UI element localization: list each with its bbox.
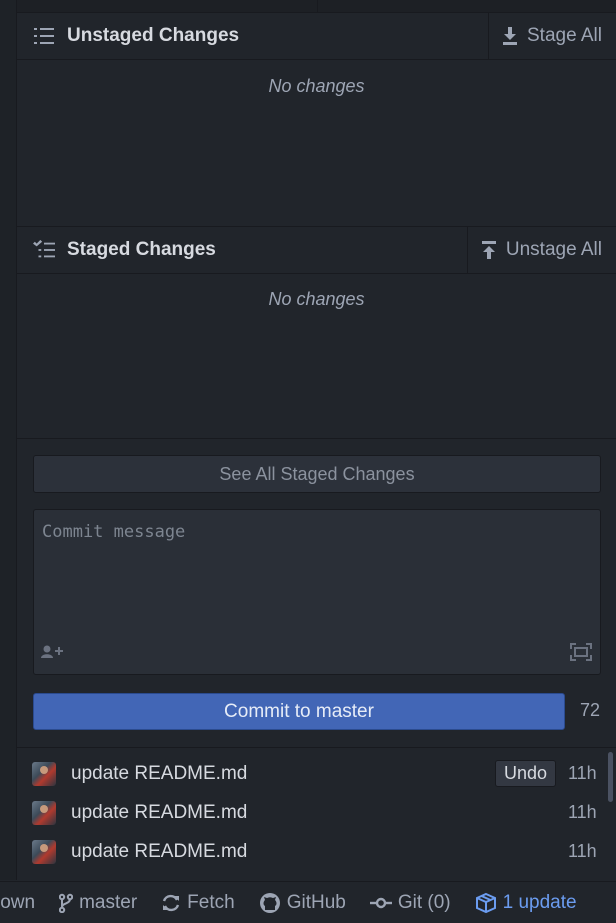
checklist-icon (33, 239, 55, 261)
fetch-label: Fetch (187, 891, 235, 913)
commit-message: update README.md (71, 801, 248, 823)
commit-button[interactable]: Commit to master (33, 693, 565, 730)
list-icon (33, 25, 55, 47)
staged-title: Staged Changes (67, 239, 216, 260)
github-icon (259, 892, 281, 914)
status-item-truncated[interactable]: lown (0, 892, 35, 914)
commit-message-placeholder: Commit message (42, 522, 186, 542)
git-branch-icon (59, 893, 74, 913)
scrollbar[interactable] (608, 752, 613, 802)
left-dock-strip (0, 0, 17, 880)
list-item[interactable]: update README.md Undo 11h (17, 754, 616, 793)
git-panel-button[interactable]: Git (0) (369, 891, 451, 914)
character-count: 72 (580, 700, 601, 720)
git-label: Git (0) (397, 891, 451, 913)
commit-area-divider (17, 438, 616, 439)
status-truncated-label: lown (0, 891, 36, 913)
download-icon (503, 27, 517, 45)
unstage-all-button[interactable]: Unstage All (466, 227, 616, 273)
update-button[interactable]: 1 update (475, 892, 577, 914)
commit-message: update README.md (71, 840, 248, 862)
unstaged-empty-text: No changes (268, 76, 365, 96)
add-coauthor-icon[interactable] (41, 645, 63, 664)
unstaged-title: Unstaged Changes (67, 25, 240, 46)
staged-header: Staged Changes Unstage All (17, 226, 616, 274)
list-item[interactable]: update README.md 11h (17, 832, 616, 871)
unstaged-header: Unstaged Changes Stage All (17, 12, 616, 60)
upload-icon (481, 241, 496, 259)
recent-commits-list: update README.md Undo 11h update README.… (17, 747, 616, 881)
sync-icon (161, 893, 181, 913)
branch-button[interactable]: master (59, 892, 137, 914)
github-button[interactable]: GitHub (259, 892, 346, 914)
avatar (32, 839, 56, 864)
git-panel: Unstaged Changes Stage All No changes St… (17, 0, 616, 880)
commit-time: 11h (568, 802, 597, 822)
undo-button[interactable]: Undo (494, 760, 556, 787)
stage-all-label: Stage All (527, 25, 602, 46)
package-icon (475, 892, 497, 914)
status-bar: lown master Fetch GitHub Git (0) 1 updat… (0, 881, 616, 923)
git-commit-icon (369, 897, 392, 909)
expand-icon[interactable] (570, 643, 592, 666)
avatar (32, 761, 56, 786)
branch-label: master (79, 891, 138, 913)
commit-time: 11h (568, 841, 597, 861)
tab-divider (317, 0, 318, 12)
avatar (32, 800, 56, 825)
commit-message: update README.md (71, 762, 248, 784)
stage-all-button[interactable]: Stage All (488, 13, 616, 59)
fetch-button[interactable]: Fetch (161, 892, 235, 914)
commit-message-editor[interactable]: Commit message (33, 509, 601, 675)
list-item[interactable]: update README.md 11h (17, 793, 616, 832)
unstage-all-label: Unstage All (505, 239, 602, 260)
github-label: GitHub (286, 891, 346, 913)
staged-empty-text: No changes (268, 289, 365, 309)
update-label: 1 update (502, 891, 577, 913)
see-all-staged-button[interactable]: See All Staged Changes (33, 455, 601, 493)
